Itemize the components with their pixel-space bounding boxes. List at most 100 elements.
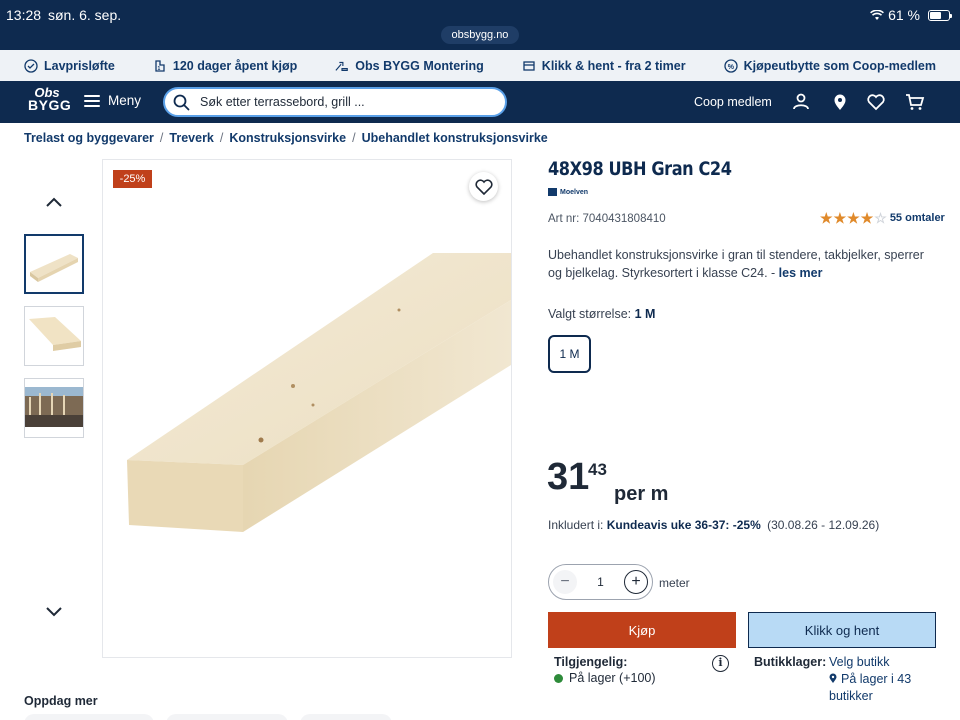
menu-button[interactable]: Meny [84,93,141,108]
heart-icon[interactable] [866,92,886,112]
status-right: 61 % [870,7,952,23]
thumbnail-2[interactable] [24,306,84,366]
description-text: Ubehandlet konstruksjonsvirke i gran til… [548,248,924,280]
size-value: 1 M [634,307,656,321]
device-status-bar: 13:28 søn. 6. sep. 61 % obsbygg.no [0,0,960,50]
return-icon: 1 [155,59,165,72]
location-pin-icon [829,673,837,683]
discover-chip[interactable] [166,714,288,720]
check-circle-icon [24,58,38,73]
obs-bygg-logo[interactable]: Obs BYGG [28,86,71,118]
add-to-favorites-button[interactable] [469,172,498,201]
star-empty-icon: ☆ [874,210,887,226]
search-input[interactable] [200,95,490,109]
breadcrumb-item[interactable]: Konstruksjonsvirke [229,131,346,145]
usp-label: Klikk & hent - fra 2 timer [541,58,686,73]
usp-item-klikk-hent[interactable]: Klikk & hent - fra 2 timer [522,59,686,73]
brand-mark-icon [548,188,557,196]
chevron-down-icon[interactable] [44,604,64,620]
product-title: 48X98 UBH Gran C24 [548,158,732,180]
status-time: 13:28 [6,7,42,23]
wood-beam-thumbnail-image [30,254,78,282]
breadcrumb: Trelast og byggevarer / Treverk / Konstr… [24,131,548,145]
breadcrumb-item[interactable]: Trelast og byggevarer [24,131,154,145]
svg-text:1: 1 [157,66,160,72]
search-bar[interactable] [163,87,507,117]
star-icon: ★ [860,210,874,226]
review-count[interactable]: 55 omtaler [890,212,945,224]
campaign-link[interactable]: Kundeavis uke 36-37: -25% [607,518,761,532]
user-icon[interactable] [791,92,811,112]
price-decimals: 43 [588,460,607,479]
read-more-link[interactable]: les mer [779,266,823,280]
availability-title: Tilgjengelig: [554,655,628,669]
hamburger-icon [84,94,100,107]
wood-beam-thumbnail-image [29,317,81,351]
discover-chip[interactable] [24,714,154,720]
usp-bar: Lavprisløfte 1 120 dager åpent kjøp Obs … [0,50,960,81]
star-icon: ★ [833,210,847,226]
usp-item-lavprisloefte[interactable]: Lavprisløfte [24,59,115,73]
thumbnail-3[interactable] [24,378,84,438]
star-icon: ★ [820,210,833,226]
quantity-value[interactable]: 1 [597,575,604,589]
battery-percent: 61 % [888,7,920,23]
selected-size: Valgt størrelse: 1 M [548,307,655,321]
decrease-quantity-button[interactable]: − [553,570,577,594]
star-icon: ★ [847,210,860,226]
brand-name: Moelven [560,188,589,196]
address-bar[interactable]: obsbygg.no [441,26,519,44]
usp-item-kjoepeutbytte[interactable]: % Kjøpeutbytte som Coop-medlem [723,58,936,73]
cart-icon[interactable] [905,92,925,112]
usp-label: 120 dager åpent kjøp [172,58,298,73]
campaign-prefix: Inkludert i: [548,518,604,532]
click-and-collect-button[interactable]: Klikk og hent [748,612,936,648]
discount-badge: -25% [113,170,152,188]
product-main-image[interactable] [102,159,512,658]
breadcrumb-item[interactable]: Ubehandlet konstruksjonsvirke [362,131,548,145]
price-integer: 31 [547,456,590,498]
usp-label: Lavprisløfte [44,58,115,73]
product-rating[interactable]: ★ ★ ★ ★ ☆ 55 omtaler [820,210,945,226]
breadcrumb-separator: / [219,131,224,145]
size-option-1m[interactable]: 1 M [548,335,591,373]
availability-status: På lager (+100) [554,671,656,685]
product-description: Ubehandlet konstruksjonsvirke i gran til… [548,246,940,282]
store-icon [523,60,535,71]
construction-photo-thumbnail [25,387,83,427]
store-stock-link[interactable]: På lager i 43 butikker [829,671,939,705]
search-icon [173,94,190,110]
heart-outline-icon [474,178,493,195]
in-stock-dot-icon [554,673,563,683]
breadcrumb-item[interactable]: Treverk [169,131,213,145]
location-pin-icon[interactable] [830,92,850,112]
discover-more-title: Oppdag mer [24,694,98,708]
usp-item-montering[interactable]: Obs BYGG Montering [335,58,484,73]
breadcrumb-separator: / [352,131,356,145]
article-number: Art nr: 7040431808410 [548,213,666,225]
store-stock-title: Butikklager: [754,655,827,669]
discover-chip[interactable] [300,714,392,720]
usp-label: Kjøpeutbytte som Coop-medlem [743,58,936,73]
choose-store-link[interactable]: Velg butikk [829,655,889,669]
info-icon[interactable]: i [712,655,729,672]
size-label: Valgt størrelse: [548,307,632,321]
brand-logo[interactable]: Moelven [548,188,588,196]
increase-quantity-button[interactable]: + [624,570,648,594]
campaign-dates: (30.08.26 - 12.09.26) [767,518,880,532]
buy-button[interactable]: Kjøp [548,612,736,648]
quantity-stepper: − 1 + [548,564,653,600]
coop-member-link[interactable]: Coop medlem [694,95,772,109]
usp-label: Obs BYGG Montering [355,58,484,73]
chevron-up-icon[interactable] [44,194,64,210]
usp-item-aapent-kjoep[interactable]: 1 120 dager åpent kjøp [153,59,297,73]
thumbnail-1[interactable] [24,234,84,294]
price-unit: per m [614,483,669,505]
quantity-unit: meter [659,576,690,590]
svg-text:%: % [727,64,734,71]
campaign-info: Inkludert i: Kundeavis uke 36-37: -25% (… [548,518,879,532]
coop-percent-icon: % [723,58,738,73]
status-date: søn. 6. sep. [48,7,122,23]
tools-icon [335,61,349,71]
site-header: Obs BYGG Meny Coop medlem [0,81,960,123]
